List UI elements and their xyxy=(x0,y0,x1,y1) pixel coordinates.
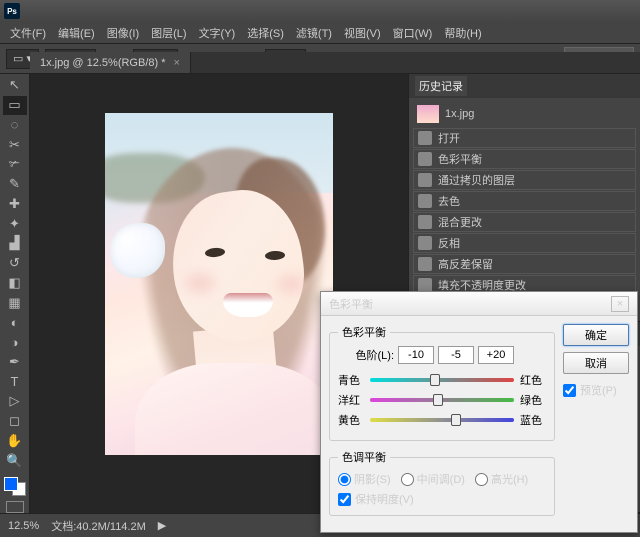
cyan-red-slider[interactable] xyxy=(370,376,514,384)
history-item[interactable]: 打开 xyxy=(413,128,636,148)
menu-window[interactable]: 窗口(W) xyxy=(387,23,439,43)
slider-right-label: 绿色 xyxy=(520,392,546,408)
tool-type[interactable]: T xyxy=(3,372,27,391)
menu-view[interactable]: 视图(V) xyxy=(338,23,387,43)
color-swatch[interactable] xyxy=(4,477,26,496)
tool-crop[interactable]: ✃ xyxy=(3,155,27,174)
tab-label: 1x.jpg @ 12.5%(RGB/8) * xyxy=(40,57,166,69)
quickmask-icon[interactable] xyxy=(6,501,24,513)
history-step-icon xyxy=(418,173,432,187)
slider-left-label: 青色 xyxy=(338,372,364,388)
history-item[interactable]: 混合更改 xyxy=(413,212,636,232)
highlights-radio[interactable]: 高光(H) xyxy=(475,471,528,487)
history-panel: 历史记录 1x.jpg 打开 色彩平衡 通过拷贝的图层 去色 混合更改 反相 高… xyxy=(409,74,640,322)
snapshot-name: 1x.jpg xyxy=(445,108,474,120)
tool-path[interactable]: ▷ xyxy=(3,392,27,411)
slider-right-label: 蓝色 xyxy=(520,412,546,428)
preserve-luminosity-checkbox[interactable]: 保持明度(V) xyxy=(338,491,546,507)
app-logo: Ps xyxy=(4,3,20,19)
menu-file[interactable]: 文件(F) xyxy=(4,23,52,43)
dialog-titlebar[interactable]: 色彩平衡 × xyxy=(321,292,637,316)
tool-eyedropper[interactable]: ✎ xyxy=(3,175,27,194)
tool-eraser[interactable]: ◧ xyxy=(3,274,27,293)
level-input-1[interactable] xyxy=(398,346,434,364)
slider-left-label: 黄色 xyxy=(338,412,364,428)
foreground-color[interactable] xyxy=(4,477,18,491)
snapshot-thumb-icon xyxy=(417,105,439,123)
history-item[interactable]: 高反差保留 xyxy=(413,254,636,274)
slider-right-label: 红色 xyxy=(520,372,546,388)
tool-blur[interactable]: ◐ xyxy=(3,313,27,332)
tool-stamp[interactable]: ▟ xyxy=(3,234,27,253)
document-canvas[interactable] xyxy=(105,113,333,455)
menu-filter[interactable]: 滤镜(T) xyxy=(290,23,338,43)
slider-left-label: 洋红 xyxy=(338,392,364,408)
yellow-blue-slider[interactable] xyxy=(370,416,514,424)
tool-pen[interactable]: ✒ xyxy=(3,353,27,372)
tone-balance-group: 色调平衡 阴影(S) 中间调(D) 高光(H) 保持明度(V) xyxy=(329,449,555,516)
tool-wand[interactable]: ✂ xyxy=(3,135,27,154)
tool-dodge[interactable]: ◑ xyxy=(3,333,27,352)
cancel-button[interactable]: 取消 xyxy=(563,352,629,374)
tool-brush[interactable]: ✦ xyxy=(3,214,27,233)
tool-marquee[interactable]: ▭ xyxy=(3,96,27,115)
tool-heal[interactable]: ✚ xyxy=(3,195,27,214)
history-item[interactable]: 反相 xyxy=(413,233,636,253)
history-item[interactable]: 通过拷贝的图层 xyxy=(413,170,636,190)
levels-label: 色阶(L): xyxy=(338,347,394,363)
menu-edit[interactable]: 编辑(E) xyxy=(52,23,101,43)
preview-checkbox[interactable]: 预览(P) xyxy=(563,382,629,398)
history-step-icon xyxy=(418,194,432,208)
history-step-icon xyxy=(418,278,432,292)
color-balance-group: 色彩平衡 色阶(L): 青色 红色 洋红 绿色 xyxy=(329,324,555,441)
tool-lasso[interactable]: ◌ xyxy=(3,116,27,135)
magenta-green-slider[interactable] xyxy=(370,396,514,404)
history-step-icon xyxy=(418,152,432,166)
history-step-icon xyxy=(418,131,432,145)
tools-panel: ↖ ▭ ◌ ✂ ✃ ✎ ✚ ✦ ▟ ↺ ◧ ▦ ◐ ◑ ✒ T ▷ ◻ ✋ 🔍 xyxy=(0,74,30,513)
menu-help[interactable]: 帮助(H) xyxy=(438,23,487,43)
tool-hand[interactable]: ✋ xyxy=(3,432,27,451)
close-icon[interactable]: × xyxy=(174,57,180,69)
tool-history-brush[interactable]: ↺ xyxy=(3,254,27,273)
dialog-title: 色彩平衡 xyxy=(329,296,373,312)
chevron-right-icon[interactable]: ▶ xyxy=(158,519,166,532)
tool-shape[interactable]: ◻ xyxy=(3,412,27,431)
history-item[interactable]: 去色 xyxy=(413,191,636,211)
document-tab[interactable]: 1x.jpg @ 12.5%(RGB/8) * × xyxy=(30,52,191,73)
doc-info: 文档:40.2M/114.2M xyxy=(51,518,146,534)
color-balance-dialog: 色彩平衡 × 色彩平衡 色阶(L): 青色 红色 洋红 xyxy=(320,291,638,533)
level-input-2[interactable] xyxy=(438,346,474,364)
menu-select[interactable]: 选择(S) xyxy=(241,23,290,43)
history-step-icon xyxy=(418,215,432,229)
history-step-icon xyxy=(418,257,432,271)
tool-zoom[interactable]: 🔍 xyxy=(3,451,27,470)
close-icon[interactable]: × xyxy=(611,296,629,312)
zoom-level[interactable]: 12.5% xyxy=(8,520,39,532)
history-tab[interactable]: 历史记录 xyxy=(415,76,467,96)
history-item[interactable]: 色彩平衡 xyxy=(413,149,636,169)
tool-move[interactable]: ↖ xyxy=(3,76,27,95)
document-tabs: 1x.jpg @ 12.5%(RGB/8) * × xyxy=(30,52,640,74)
history-snapshot[interactable]: 1x.jpg xyxy=(413,102,636,126)
shadows-radio[interactable]: 阴影(S) xyxy=(338,471,391,487)
title-bar: Ps xyxy=(0,0,640,22)
midtones-radio[interactable]: 中间调(D) xyxy=(401,471,465,487)
menu-bar: 文件(F) 编辑(E) 图像(I) 图层(L) 文字(Y) 选择(S) 滤镜(T… xyxy=(0,22,640,44)
level-input-3[interactable] xyxy=(478,346,514,364)
menu-layer[interactable]: 图层(L) xyxy=(145,23,192,43)
ok-button[interactable]: 确定 xyxy=(563,324,629,346)
group-label: 色彩平衡 xyxy=(338,324,390,340)
group-label: 色调平衡 xyxy=(338,449,390,465)
history-step-icon xyxy=(418,236,432,250)
menu-type[interactable]: 文字(Y) xyxy=(193,23,242,43)
tool-gradient[interactable]: ▦ xyxy=(3,293,27,312)
menu-image[interactable]: 图像(I) xyxy=(101,23,145,43)
